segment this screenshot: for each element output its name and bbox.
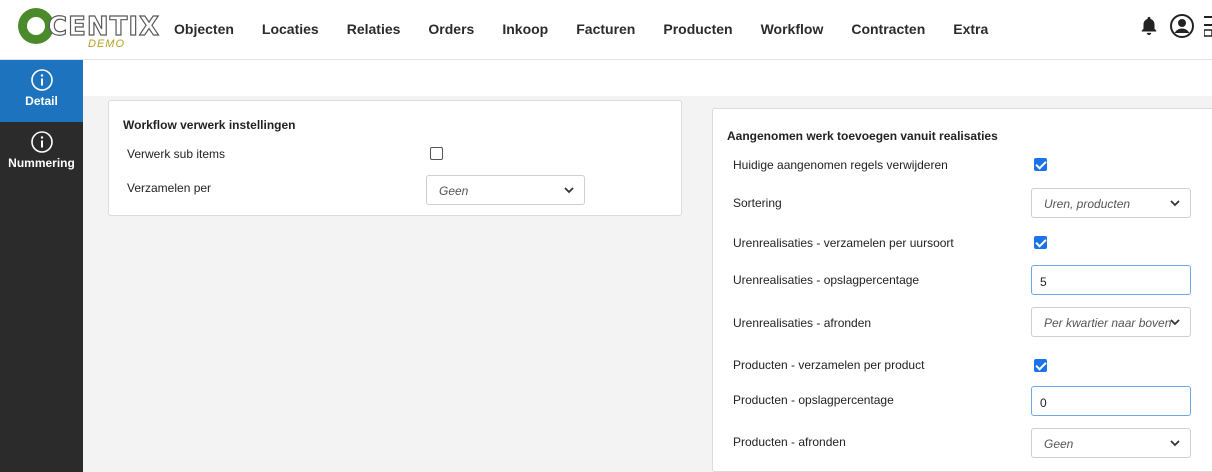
bell-icon[interactable] <box>1138 14 1160 38</box>
products-collect-per-product-checkbox[interactable] <box>1034 359 1047 372</box>
field-label: Urenrealisaties - verzamelen per uursoor… <box>733 236 954 250</box>
nav-item-objecten[interactable]: Objecten <box>174 21 234 37</box>
apps-menu-icon[interactable] <box>1204 15 1212 37</box>
products-rounding-select[interactable]: Geen <box>1031 428 1191 458</box>
verzamelen-per-select[interactable]: Geen <box>426 175 585 205</box>
field-label: Producten - verzamelen per product <box>733 358 925 372</box>
content-toolbar <box>83 60 1212 96</box>
field-label: Producten - opslagpercentage <box>733 393 894 407</box>
chevron-down-icon <box>1170 440 1180 447</box>
chevron-down-icon <box>1170 200 1180 207</box>
nav-item-locaties[interactable]: Locaties <box>262 21 319 37</box>
nav-item-contracten[interactable]: Contracten <box>851 21 925 37</box>
centix-logo[interactable]: CENTIX DEMO <box>18 8 160 52</box>
select-value: Uren, producten <box>1044 197 1131 211</box>
chevron-down-icon <box>564 187 574 194</box>
workflow-settings-panel: Workflow verwerk instellingen Verwerk su… <box>108 100 682 216</box>
sortering-select[interactable]: Uren, producten <box>1031 188 1191 218</box>
remove-current-rules-checkbox[interactable] <box>1034 158 1047 171</box>
field-label: Verwerk sub items <box>127 147 226 161</box>
select-value: Geen <box>439 184 469 198</box>
chevron-down-icon <box>1170 319 1180 326</box>
field-label: Verzamelen per <box>127 181 212 195</box>
hours-markup-input[interactable]: 5 <box>1031 265 1191 295</box>
products-markup-input[interactable]: 0 <box>1031 386 1191 416</box>
nav-item-producten[interactable]: Producten <box>663 21 732 37</box>
select-value: Geen <box>1044 437 1074 451</box>
hours-collect-per-type-checkbox[interactable] <box>1034 236 1047 249</box>
logo-demo-label: DEMO <box>88 38 125 50</box>
verwerk-sub-items-checkbox[interactable] <box>430 147 443 160</box>
field-label: Producten - afronden <box>733 435 846 449</box>
sidebar-item-label: Detail <box>25 94 58 108</box>
nav-item-orders[interactable]: Orders <box>428 21 474 37</box>
select-value: Per kwartier naar boven <box>1044 316 1172 330</box>
side-navigation: Detail Nummering <box>0 60 83 472</box>
sidebar-item-detail[interactable]: Detail <box>0 60 83 122</box>
navbar-actions <box>1138 14 1212 38</box>
sidebar-item-nummering[interactable]: Nummering <box>0 122 83 184</box>
field-label: Huidige aangenomen regels verwijderen <box>733 158 948 172</box>
nav-item-inkoop[interactable]: Inkoop <box>502 21 548 37</box>
nav-item-extra[interactable]: Extra <box>953 21 988 37</box>
main-menu: Objecten Locaties Relaties Orders Inkoop… <box>174 21 1016 37</box>
top-navbar: CENTIX DEMO Objecten Locaties Relaties O… <box>0 0 1212 60</box>
info-icon <box>30 131 53 153</box>
accepted-work-panel: Aangenomen werk toevoegen vanuit realisa… <box>712 108 1212 472</box>
panel-title: Workflow verwerk instellingen <box>123 118 296 132</box>
field-label: Urenrealisaties - opslagpercentage <box>733 273 920 287</box>
nav-item-workflow[interactable]: Workflow <box>761 21 824 37</box>
nav-item-relaties[interactable]: Relaties <box>347 21 401 37</box>
user-avatar-icon[interactable] <box>1170 14 1194 38</box>
field-label: Urenrealisaties - afronden <box>733 316 872 330</box>
info-icon <box>30 69 53 91</box>
sidebar-item-label: Nummering <box>8 156 75 170</box>
hours-rounding-select[interactable]: Per kwartier naar boven <box>1031 307 1191 337</box>
input-value: 5 <box>1040 275 1047 289</box>
field-label: Sortering <box>733 196 782 210</box>
input-value: 0 <box>1040 396 1047 410</box>
panel-title: Aangenomen werk toevoegen vanuit realisa… <box>727 129 998 143</box>
nav-item-facturen[interactable]: Facturen <box>576 21 635 37</box>
